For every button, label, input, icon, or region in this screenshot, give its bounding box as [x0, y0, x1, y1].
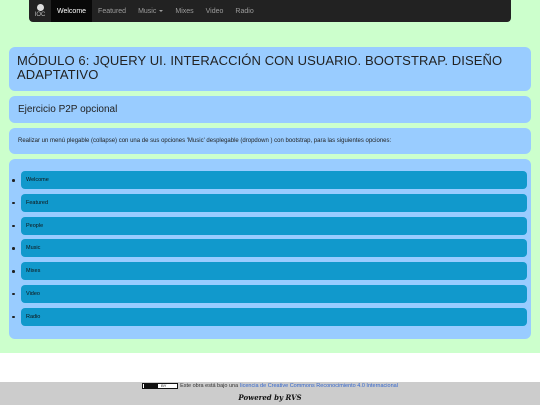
option-label: Music	[26, 245, 41, 252]
brand-logo[interactable]: IOC	[29, 0, 51, 22]
nav-item-music-dropdown[interactable]: Music	[132, 0, 169, 22]
options-panel: Welcome Featured People Music Mixes Vide…	[9, 159, 531, 339]
bullet-icon	[12, 201, 15, 205]
option-label: Welcome	[26, 177, 49, 183]
nav-item-welcome[interactable]: Welcome	[51, 0, 93, 22]
cc-logo-icon	[144, 384, 159, 388]
bullet-icon	[12, 179, 15, 182]
nav-item-featured[interactable]: Featured	[92, 0, 132, 22]
page-subtitle: Ejercicio P2P opcional	[18, 104, 118, 115]
option-label: Radio	[26, 313, 41, 320]
nav-item-music-label: Music	[138, 7, 157, 15]
title-panel: MÓDULO 6: JQUERY UI. INTERACCIÓN CON USU…	[9, 47, 531, 91]
option-label: Video	[26, 290, 40, 297]
description-text: Realizar un menú plegable (collapse) con…	[18, 138, 392, 144]
license-line: BY Este obra está bajo una licencia de C…	[0, 382, 540, 390]
bullet-icon	[12, 270, 15, 273]
option-label: Featured	[26, 199, 49, 206]
top-navbar: IOC Welcome Featured Music Mixes Video R…	[29, 0, 511, 22]
logo-icon	[36, 4, 44, 11]
license-prefix-text: Este obra está bajo una	[180, 383, 239, 389]
option-label: People	[26, 222, 44, 229]
nav-item-video[interactable]: Video	[200, 0, 230, 22]
option-label: Mixes	[26, 268, 41, 275]
powered-by-text: Powered by RVS	[238, 393, 302, 402]
option-item-featured[interactable]: Featured	[12, 193, 527, 212]
license-link[interactable]: licencia de Creative Commons Reconocimie…	[240, 383, 398, 389]
option-item-people[interactable]: People	[12, 216, 527, 235]
brand-text: IOC	[34, 12, 46, 18]
description-panel: Realizar un menú plegable (collapse) con…	[9, 128, 531, 154]
cc-badge-text: BY	[161, 383, 167, 388]
bullet-icon	[12, 247, 15, 250]
options-list: Welcome Featured People Music Mixes Vide…	[12, 171, 527, 331]
bullet-icon	[12, 292, 15, 296]
chevron-down-icon	[159, 10, 164, 12]
nav-item-mixes[interactable]: Mixes	[169, 0, 199, 22]
subtitle-panel: Ejercicio P2P opcional	[9, 96, 531, 123]
bullet-icon	[12, 315, 15, 319]
bullet-icon	[12, 224, 15, 228]
option-item-welcome[interactable]: Welcome	[12, 171, 527, 189]
option-item-video[interactable]: Video	[12, 284, 527, 303]
creative-commons-badge-icon[interactable]: BY	[142, 383, 179, 389]
page-title: MÓDULO 6: JQUERY UI. INTERACCIÓN CON USU…	[17, 53, 503, 82]
page-footer: BY Este obra está bajo una licencia de C…	[0, 382, 540, 405]
option-item-radio[interactable]: Radio	[12, 307, 527, 326]
option-item-music[interactable]: Music	[12, 239, 527, 258]
nav-item-radio[interactable]: Radio	[229, 0, 259, 22]
option-item-mixes[interactable]: Mixes	[12, 262, 527, 281]
